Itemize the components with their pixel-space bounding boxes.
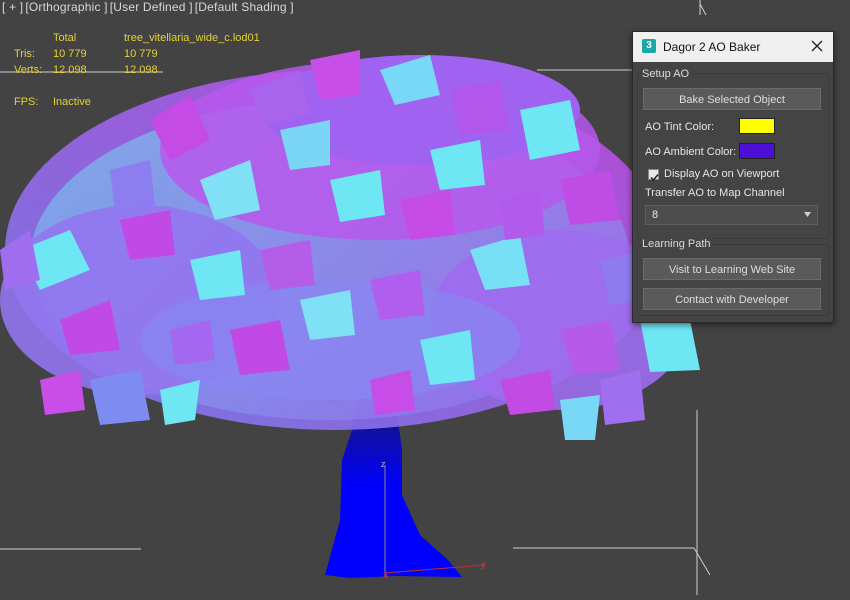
axis-z-label: z [381,459,386,469]
tree-foliage [0,50,700,440]
map-channel-dropdown[interactable]: 8 [645,205,818,225]
learning-path-title: Learning Path [641,238,712,250]
stats-col-object: tree_vitellaria_wide_c.lod01 [124,32,260,44]
ao-ambient-color-swatch[interactable] [739,143,775,159]
stats-verts-total: 12 098 [53,64,87,76]
viewport-view-label[interactable]: [Orthographic ] [25,0,107,14]
stats-tris-label: Tris: [14,48,35,60]
bake-selected-button[interactable]: Bake Selected Object [643,88,821,110]
ao-ambient-label: AO Ambient Color: [645,146,737,158]
axis-y-label: y [481,559,486,569]
dialog-title: Dagor 2 AO Baker [663,40,761,54]
viewport-label[interactable]: [ + ] [Orthographic ] [User Defined ] [Defa… [2,0,296,14]
tree-model [0,50,700,578]
display-ao-label[interactable]: Display AO on Viewport [664,168,779,180]
ao-tint-color-swatch[interactable] [739,118,775,134]
setup-ao-title: Setup AO [641,68,691,80]
display-ao-checkbox[interactable] [648,169,659,182]
stats-fps-value: Inactive [53,96,91,108]
viewport-shading-label[interactable]: [Default Shading ] [195,0,294,14]
checkmark-icon [650,174,659,182]
ao-tint-label: AO Tint Color: [645,121,715,133]
stats-verts-object: 12 098 [124,64,158,76]
stats-verts-label: Verts: [14,64,43,76]
stats-col-total: Total [53,32,77,44]
app-icon: 3 [642,39,656,53]
dialog-titlebar[interactable]: 3 Dagor 2 AO Baker [633,32,833,62]
stats-tris-object: 10 779 [124,48,158,60]
ao-baker-dialog: 3 Dagor 2 AO Baker Setup AO Bake Selecte… [632,31,834,323]
viewport-view-mode[interactable]: [User Defined ] [110,0,193,14]
close-icon[interactable] [809,38,825,54]
visit-website-button[interactable]: Visit to Learning Web Site [643,258,821,280]
chevron-down-icon [804,212,811,217]
contact-developer-button[interactable]: Contact with Developer [643,288,821,310]
stats-fps-label: FPS: [14,96,39,108]
viewport-menu-plus[interactable]: [ + ] [2,0,23,14]
stats-tris-total: 10 779 [53,48,87,60]
map-channel-value: 8 [652,209,659,221]
axis-x-label: x [383,570,388,580]
transfer-ao-label: Transfer AO to Map Channel [645,187,785,199]
